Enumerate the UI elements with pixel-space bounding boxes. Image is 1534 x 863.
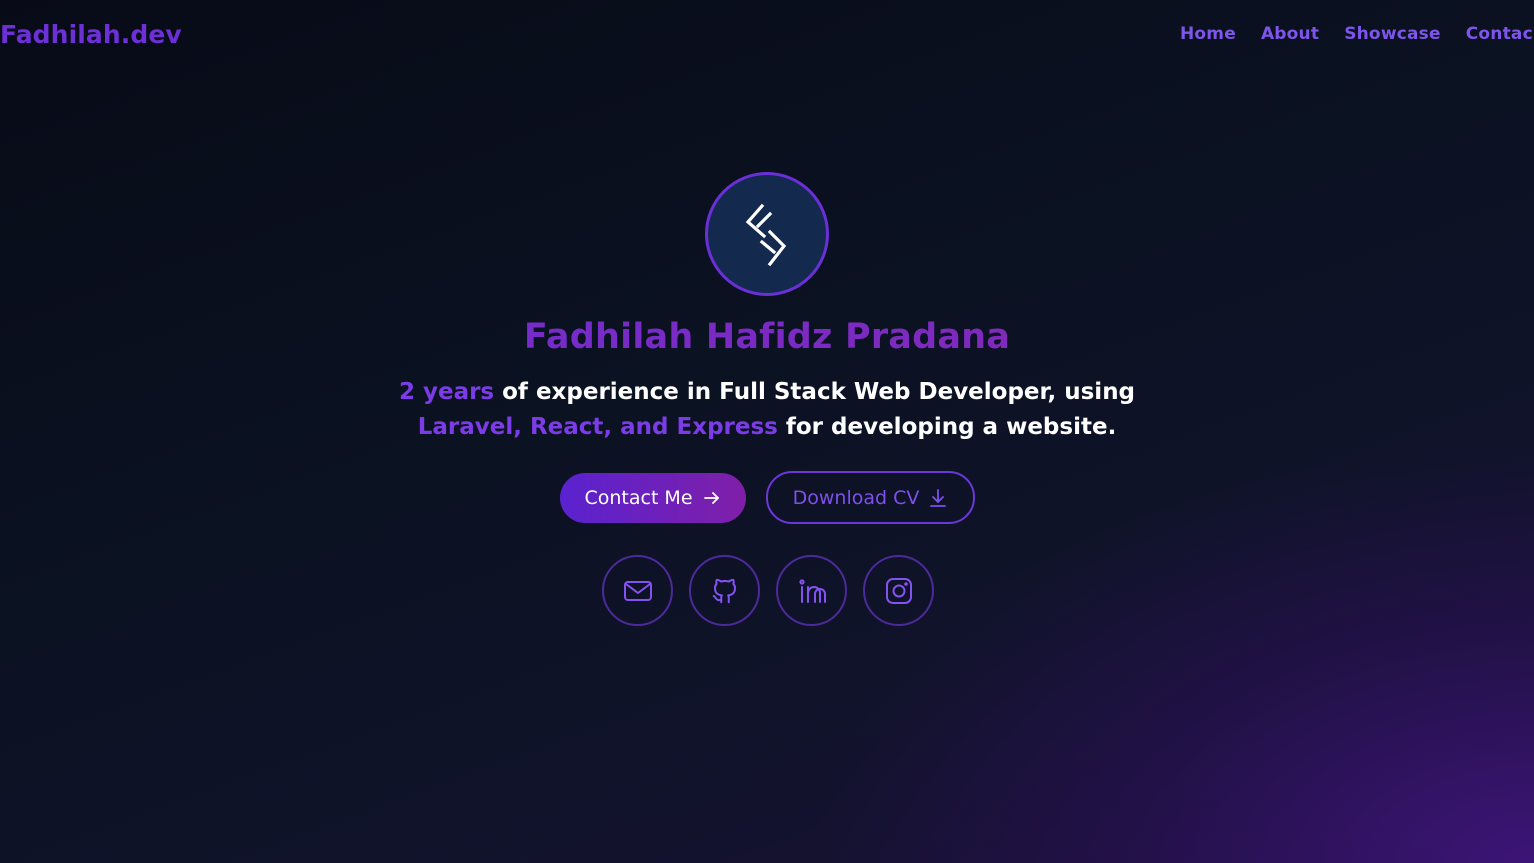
profile-name: Fadhilah Hafidz Pradana	[0, 317, 1534, 357]
mail-icon	[623, 580, 652, 601]
arrow-right-icon	[703, 489, 721, 507]
tagline-text-2: for developing a website.	[777, 414, 1117, 440]
nav-link-home[interactable]: Home	[1180, 24, 1236, 44]
download-cv-button[interactable]: Download CV	[765, 471, 975, 524]
instagram-icon	[885, 577, 912, 604]
contact-me-label: Contact Me	[584, 487, 693, 509]
linkedin-social-button[interactable]	[776, 555, 847, 626]
download-icon	[929, 488, 947, 508]
site-header: Fadhilah.dev Home About Showcase Contac	[0, 0, 1534, 70]
contact-me-button[interactable]: Contact Me	[559, 473, 746, 523]
hero-tagline: 2 years of experience in Full Stack Web …	[352, 375, 1182, 445]
brand-logo[interactable]: Fadhilah.dev	[0, 20, 182, 49]
github-icon	[712, 578, 736, 603]
main-nav: Home About Showcase Contac	[1180, 24, 1534, 48]
linkedin-icon	[798, 578, 826, 603]
nav-link-contact[interactable]: Contac	[1466, 24, 1533, 44]
instagram-social-button[interactable]	[863, 555, 934, 626]
hero-actions: Contact Me Download CV	[0, 471, 1534, 524]
nav-link-about[interactable]: About	[1261, 24, 1319, 44]
github-social-button[interactable]	[689, 555, 760, 626]
sf-monogram-logo-icon	[745, 203, 787, 266]
download-cv-label: Download CV	[792, 486, 920, 509]
hero-section: Fadhilah Hafidz Pradana 2 years of exper…	[0, 172, 1534, 626]
avatar	[705, 172, 829, 296]
tech-stack: Laravel, React, and Express	[417, 414, 778, 440]
social-links	[0, 555, 1534, 626]
experience-years: 2 years	[398, 379, 495, 405]
nav-link-showcase[interactable]: Showcase	[1344, 24, 1441, 44]
email-social-button[interactable]	[602, 555, 673, 626]
tagline-text-1: of experience in Full Stack Web Develope…	[494, 379, 1136, 405]
